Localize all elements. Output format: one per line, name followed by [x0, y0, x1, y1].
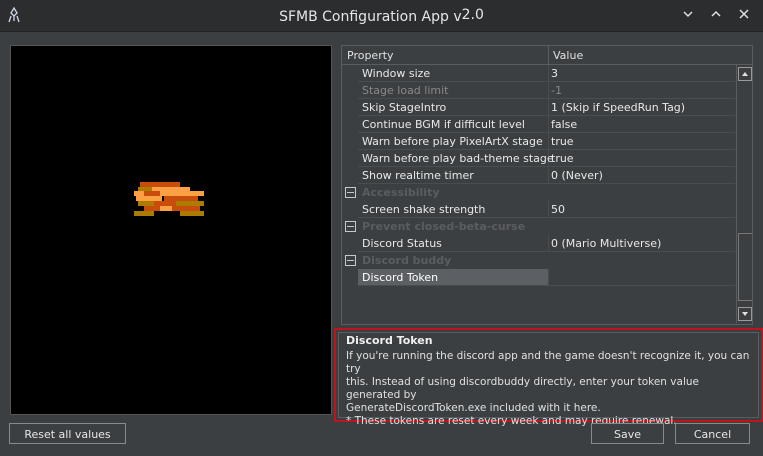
- window-title: SFMB Configuration App v2.0: [0, 7, 763, 25]
- vertical-scrollbar[interactable]: [736, 65, 752, 323]
- property-row[interactable]: Stage load limit -1: [342, 82, 735, 99]
- property-value[interactable]: 50: [551, 203, 565, 216]
- grid-rows: Window size 3 Stage load limit -1 Skip Sta…: [342, 65, 735, 286]
- description-title: Discord Token: [346, 334, 433, 347]
- property-row[interactable]: Discord Status 0 (Mario Multiverse): [342, 235, 735, 252]
- property-value[interactable]: -1: [551, 84, 562, 97]
- property-row[interactable]: Screen shake strength 50: [342, 201, 735, 218]
- collapse-icon[interactable]: [345, 221, 356, 232]
- reset-all-button[interactable]: Reset all values: [9, 423, 126, 444]
- arrow-up-icon: [742, 72, 748, 76]
- header-value: Value: [553, 49, 584, 62]
- scroll-thumb[interactable]: [738, 233, 752, 301]
- close-button[interactable]: [734, 6, 754, 24]
- property-grid[interactable]: Property Value Window size 3 Stage load l…: [341, 45, 753, 325]
- property-name: Discord Token: [362, 271, 439, 284]
- maximize-icon: [711, 10, 721, 17]
- scroll-down-button[interactable]: [738, 307, 752, 321]
- preview-panel: [10, 45, 332, 415]
- property-name: Skip StageIntro: [362, 101, 447, 114]
- close-icon: [739, 9, 749, 19]
- property-name: Show realtime timer: [362, 169, 474, 182]
- description-text: If you're running the discord app and th…: [346, 350, 751, 428]
- property-name: Discord Status: [362, 237, 442, 250]
- minimize-button[interactable]: [678, 6, 698, 24]
- header-separator: [548, 46, 549, 64]
- property-row[interactable]: Window size 3: [342, 65, 735, 82]
- property-name: Window size: [362, 67, 431, 80]
- description-line: If you're running the discord app and th…: [346, 350, 750, 375]
- category-row[interactable]: Prevent closed-beta-curse: [342, 218, 735, 235]
- property-value[interactable]: 3: [551, 67, 558, 80]
- category-row[interactable]: Discord buddy: [342, 252, 735, 269]
- window-version: 2.0: [461, 7, 484, 23]
- property-row[interactable]: Skip StageIntro 1 (Skip if SpeedRun Tag): [342, 99, 735, 116]
- description-panel: Discord Token If you're running the disc…: [334, 328, 763, 427]
- header-property: Property: [347, 49, 394, 62]
- scroll-up-button[interactable]: [738, 67, 752, 81]
- property-value[interactable]: false: [551, 118, 577, 131]
- property-name: Warn before play bad-theme stage: [362, 152, 554, 165]
- property-name: Stage load limit: [362, 84, 449, 97]
- category-row[interactable]: Accessibility: [342, 184, 735, 201]
- property-name: Warn before play PixelArtX stage: [362, 135, 543, 148]
- grid-header: Property Value: [342, 46, 752, 65]
- maximize-button[interactable]: [706, 6, 726, 24]
- category-name: Prevent closed-beta-curse: [362, 220, 526, 233]
- property-name: Screen shake strength: [362, 203, 486, 216]
- title-bar: SFMB Configuration App v2.0: [0, 0, 763, 32]
- minimize-icon: [683, 11, 693, 18]
- property-value[interactable]: 0 (Never): [551, 169, 603, 182]
- property-value[interactable]: 0 (Mario Multiverse): [551, 237, 661, 250]
- collapse-icon[interactable]: [345, 255, 356, 266]
- description-line: GenerateDiscordToken.exe included with i…: [346, 402, 601, 414]
- collapse-icon[interactable]: [345, 187, 356, 198]
- property-value[interactable]: true: [551, 135, 574, 148]
- property-row[interactable]: Show realtime timer 0 (Never): [342, 167, 735, 184]
- category-name: Accessibility: [362, 186, 440, 199]
- category-name: Discord buddy: [362, 254, 452, 267]
- property-value[interactable]: 1 (Skip if SpeedRun Tag): [551, 101, 685, 114]
- property-row[interactable]: Warn before play PixelArtX stage true: [342, 133, 735, 150]
- description-line: this. Instead of using discordbuddy dire…: [346, 376, 699, 401]
- property-row[interactable]: Discord Token: [342, 269, 735, 286]
- window-title-text: SFMB Configuration App v: [279, 9, 462, 25]
- property-row[interactable]: Warn before play bad-theme stage true: [342, 150, 735, 167]
- save-button[interactable]: Save: [591, 423, 664, 444]
- property-row[interactable]: Continue BGM if difficult level false: [342, 116, 735, 133]
- property-name: Continue BGM if difficult level: [362, 118, 525, 131]
- property-value[interactable]: true: [551, 152, 574, 165]
- cancel-button[interactable]: Cancel: [675, 423, 750, 444]
- mario-sprite: [134, 182, 204, 216]
- arrow-down-icon: [742, 312, 748, 316]
